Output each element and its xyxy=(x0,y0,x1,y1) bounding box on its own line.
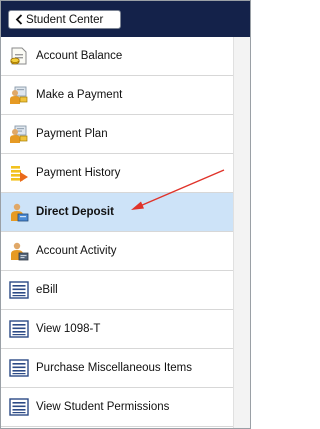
menu-item-label: Make a Payment xyxy=(36,89,123,101)
app-frame: Student Center Account Balance Make a Pa… xyxy=(0,0,251,429)
document-coin-icon xyxy=(9,46,29,66)
list-icon xyxy=(9,358,29,378)
menu-item-label: Purchase Miscellaneous Items xyxy=(36,362,192,374)
history-stack-icon xyxy=(9,163,29,183)
payment-person-icon xyxy=(9,85,29,105)
menu-item-label: Payment History xyxy=(36,167,121,179)
menu-item-label: eBill xyxy=(36,284,58,296)
list-icon xyxy=(9,319,29,339)
menu-item-ebill[interactable]: eBill xyxy=(1,271,233,310)
scrollbar-track[interactable] xyxy=(233,37,250,428)
list-icon xyxy=(9,280,29,300)
student-center-back-button[interactable]: Student Center xyxy=(8,10,121,29)
menu-item-account-balance[interactable]: Account Balance xyxy=(1,37,233,76)
menu-item-label: Payment Plan xyxy=(36,128,108,140)
menu-item-label: Direct Deposit xyxy=(36,206,114,218)
menu-item-payment-history[interactable]: Payment History xyxy=(1,154,233,193)
menu-item-label: View 1098-T xyxy=(36,323,101,335)
header-bar: Student Center xyxy=(1,1,250,37)
menu-item-direct-deposit[interactable]: Direct Deposit xyxy=(1,193,233,232)
finances-menu: Account Balance Make a Payment Payment P… xyxy=(1,37,233,427)
menu-item-account-activity[interactable]: Account Activity xyxy=(1,232,233,271)
activity-person-icon xyxy=(9,241,29,261)
deposit-person-icon xyxy=(9,202,29,222)
payment-plan-icon xyxy=(9,124,29,144)
menu-item-label: Account Activity xyxy=(36,245,117,257)
menu-item-make-a-payment[interactable]: Make a Payment xyxy=(1,76,233,115)
chevron-left-icon xyxy=(12,14,26,25)
menu-item-label: Account Balance xyxy=(36,50,123,62)
menu-item-view-student-permissions[interactable]: View Student Permissions xyxy=(1,388,233,427)
menu-item-purchase-miscellaneous-items[interactable]: Purchase Miscellaneous Items xyxy=(1,349,233,388)
list-icon xyxy=(9,397,29,417)
menu-item-label: View Student Permissions xyxy=(36,401,170,413)
menu-item-view-1098-t[interactable]: View 1098-T xyxy=(1,310,233,349)
back-button-label: Student Center xyxy=(26,13,104,26)
menu-item-payment-plan[interactable]: Payment Plan xyxy=(1,115,233,154)
